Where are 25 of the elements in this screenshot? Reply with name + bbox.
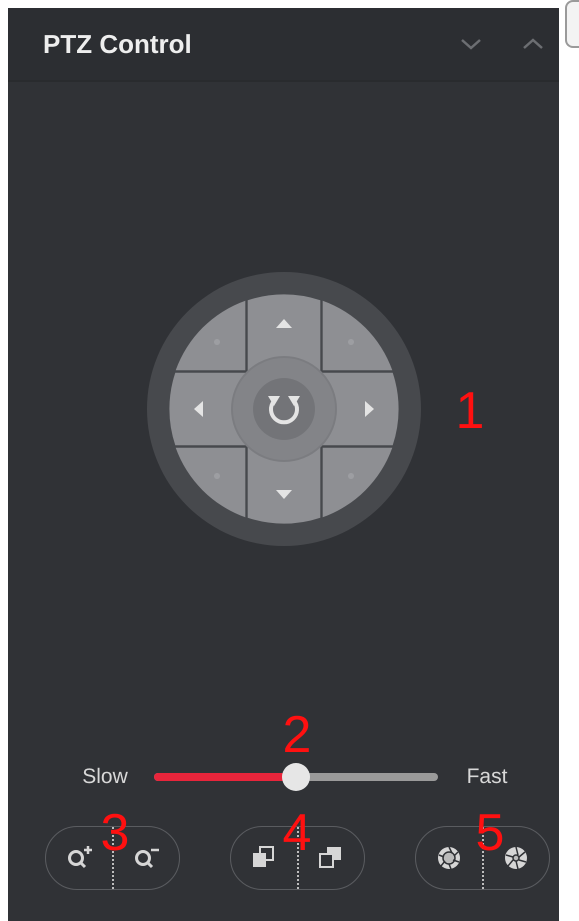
chevron-up-icon[interactable]	[521, 37, 546, 51]
pan-diagonal-button[interactable]	[322, 300, 392, 370]
chevron-down-icon[interactable]	[459, 37, 484, 51]
panel-title: PTZ Control	[43, 28, 193, 60]
pan-diagonal-button[interactable]	[322, 448, 392, 518]
pan-diagonal-button[interactable]	[175, 448, 245, 518]
aperture-icon	[436, 845, 462, 871]
zoom-in-icon	[66, 845, 92, 871]
fast-label: Fast	[466, 765, 508, 789]
reset-button[interactable]	[252, 378, 314, 440]
slider-thumb[interactable]	[282, 763, 310, 791]
aperture-icon	[503, 845, 530, 871]
callout-number: 3	[100, 807, 130, 859]
triangle-icon	[276, 490, 292, 499]
scroll-thumb[interactable]	[565, 0, 579, 48]
triangle-icon	[364, 401, 374, 417]
callout-number: 1	[456, 385, 484, 437]
callout-number: 2	[282, 709, 312, 761]
slow-label: Slow	[81, 765, 129, 789]
triangle-icon	[194, 401, 202, 417]
triangle-icon	[276, 319, 292, 328]
callout-number: 4	[282, 807, 312, 859]
rotate-icon	[268, 396, 300, 424]
callout-number: 5	[476, 807, 504, 859]
pan-diagonal-button[interactable]	[175, 300, 245, 370]
